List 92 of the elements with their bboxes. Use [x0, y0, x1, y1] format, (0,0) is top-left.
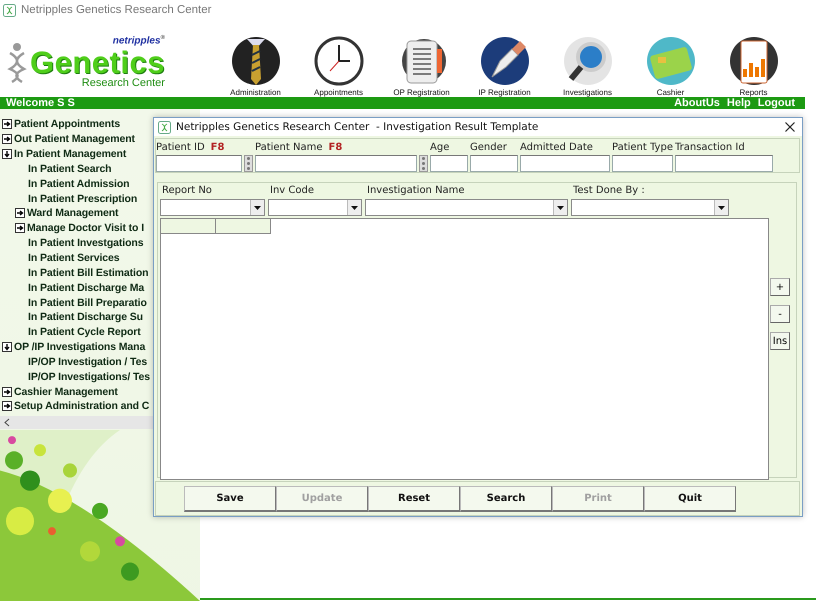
collapsed-icon[interactable] — [15, 223, 25, 234]
tree-item[interactable]: Setup Administration and C — [14, 400, 150, 412]
collapsed-icon[interactable] — [2, 386, 12, 397]
tree-item[interactable]: In Patient Management — [14, 148, 126, 160]
tree-item[interactable]: In Patient Prescription — [28, 192, 138, 205]
tree-item[interactable]: Patient Appointments — [14, 118, 120, 130]
field-label: Test Done By : — [572, 185, 646, 198]
action-button[interactable]: Reset — [368, 486, 460, 512]
close-icon — [785, 122, 795, 132]
module-label[interactable]: Appointments — [314, 88, 363, 97]
caret-icon — [714, 200, 728, 216]
collapsed-icon[interactable] — [15, 208, 25, 218]
tree-item[interactable]: IP/OP Investigation / Tes — [28, 356, 148, 368]
dropdown[interactable] — [160, 199, 265, 216]
module-label[interactable]: Administration — [230, 88, 281, 97]
clipboard-chart-icon[interactable] — [728, 35, 778, 87]
module-label[interactable]: IP Registration — [478, 88, 531, 97]
tree-item[interactable]: In Patient Cycle Report — [28, 326, 141, 338]
nav-link[interactable]: Help — [726, 97, 751, 109]
tree-item[interactable]: In Patient Admission — [28, 178, 130, 190]
tree-item[interactable]: OP /IP Investigations Mana — [14, 341, 146, 354]
shortcut-hint: F8 — [210, 142, 224, 154]
nav-link[interactable]: Logout — [758, 97, 795, 109]
action-button[interactable]: Quit — [644, 486, 736, 512]
horizontal-scrollbar[interactable] — [0, 416, 153, 429]
field-label: Investigation Name — [366, 185, 466, 198]
tree-item[interactable]: In Patient Bill Estimation — [28, 266, 148, 279]
welcome-text: Welcome S S — [5, 97, 75, 109]
field-label: Patient Name — [255, 142, 322, 154]
module-label[interactable]: OP Registration — [393, 88, 450, 97]
tree-item[interactable]: Cashier Management — [14, 386, 118, 398]
logo-tagline: Research Center — [82, 78, 165, 89]
row-button[interactable]: + — [770, 278, 790, 296]
scroll-left-icon[interactable] — [3, 418, 11, 427]
caret-icon — [250, 200, 264, 216]
lookup-button[interactable] — [419, 155, 428, 172]
suit-tie-icon[interactable] — [230, 35, 280, 87]
tree-item[interactable]: In Patient Investgations — [28, 237, 144, 250]
dialog-title: Netripples Genetics Research Center - Investigation Result Template — [176, 121, 540, 134]
collapsed-icon[interactable] — [2, 119, 12, 130]
nav-link[interactable]: AboutUs — [674, 97, 720, 109]
dropdown[interactable] — [268, 199, 362, 216]
tree-item[interactable]: In Patient Discharge Ma — [28, 282, 144, 294]
logo-name: Genetics — [30, 46, 165, 78]
caret-icon — [347, 200, 361, 216]
field-label: Patient Type — [612, 142, 673, 154]
field-label: Inv Code — [269, 185, 315, 198]
input-field[interactable] — [156, 155, 242, 172]
dropdown[interactable] — [571, 199, 729, 216]
lookup-button[interactable] — [244, 155, 253, 172]
dna-figure-icon — [6, 41, 28, 83]
input-field[interactable] — [520, 155, 610, 172]
module-label[interactable]: Reports — [739, 88, 768, 97]
field-label: Age — [430, 142, 450, 154]
row-button[interactable]: - — [770, 305, 790, 324]
module-label[interactable]: Cashier — [656, 88, 684, 97]
tree-item[interactable]: In Patient Services — [28, 252, 120, 264]
app-icon — [158, 120, 171, 134]
input-field[interactable] — [430, 155, 468, 172]
input-field[interactable] — [255, 155, 417, 172]
shortcut-hint: F8 — [328, 142, 342, 154]
tree-item[interactable]: Ward Management — [27, 207, 118, 220]
action-button[interactable]: Save — [184, 486, 276, 512]
row-button[interactable]: Ins — [770, 332, 790, 350]
tree-item[interactable]: IP/OP Investigations/ Tes — [28, 370, 150, 383]
tree-item[interactable]: Manage Doctor Visit to I — [27, 222, 144, 234]
window-title: Netripples Genetics Research Center — [21, 4, 212, 16]
app-icon — [3, 4, 16, 16]
collapsed-icon[interactable] — [2, 134, 12, 144]
action-button[interactable]: Search — [460, 486, 552, 512]
field-label: Report No — [161, 185, 213, 198]
expanded-icon[interactable] — [2, 149, 12, 160]
collapsed-icon[interactable] — [2, 401, 12, 412]
field-label: Admitted Date — [520, 142, 593, 154]
dropdown[interactable] — [365, 199, 568, 216]
caret-icon — [553, 200, 567, 216]
magnifier-icon[interactable] — [562, 35, 612, 87]
tree-item[interactable]: In Patient Bill Preparatio — [28, 296, 147, 309]
tree-item[interactable]: Out Patient Management — [14, 133, 135, 146]
module-label[interactable]: Investigations — [563, 88, 612, 97]
input-field[interactable] — [675, 155, 773, 172]
input-field[interactable] — [612, 155, 673, 172]
expanded-icon[interactable] — [2, 342, 12, 352]
input-field[interactable] — [470, 155, 518, 172]
clock-icon[interactable] — [314, 35, 364, 87]
tree-item[interactable]: In Patient Search — [28, 162, 112, 175]
pen-nib-icon[interactable] — [480, 35, 530, 87]
logo-brand: netripples$^{®}$ — [112, 35, 165, 47]
field-label: Patient ID — [156, 142, 205, 154]
field-label: Transaction Id — [675, 142, 745, 154]
field-label: Gender — [470, 142, 507, 154]
tree-item[interactable]: In Patient Discharge Su — [28, 311, 143, 324]
